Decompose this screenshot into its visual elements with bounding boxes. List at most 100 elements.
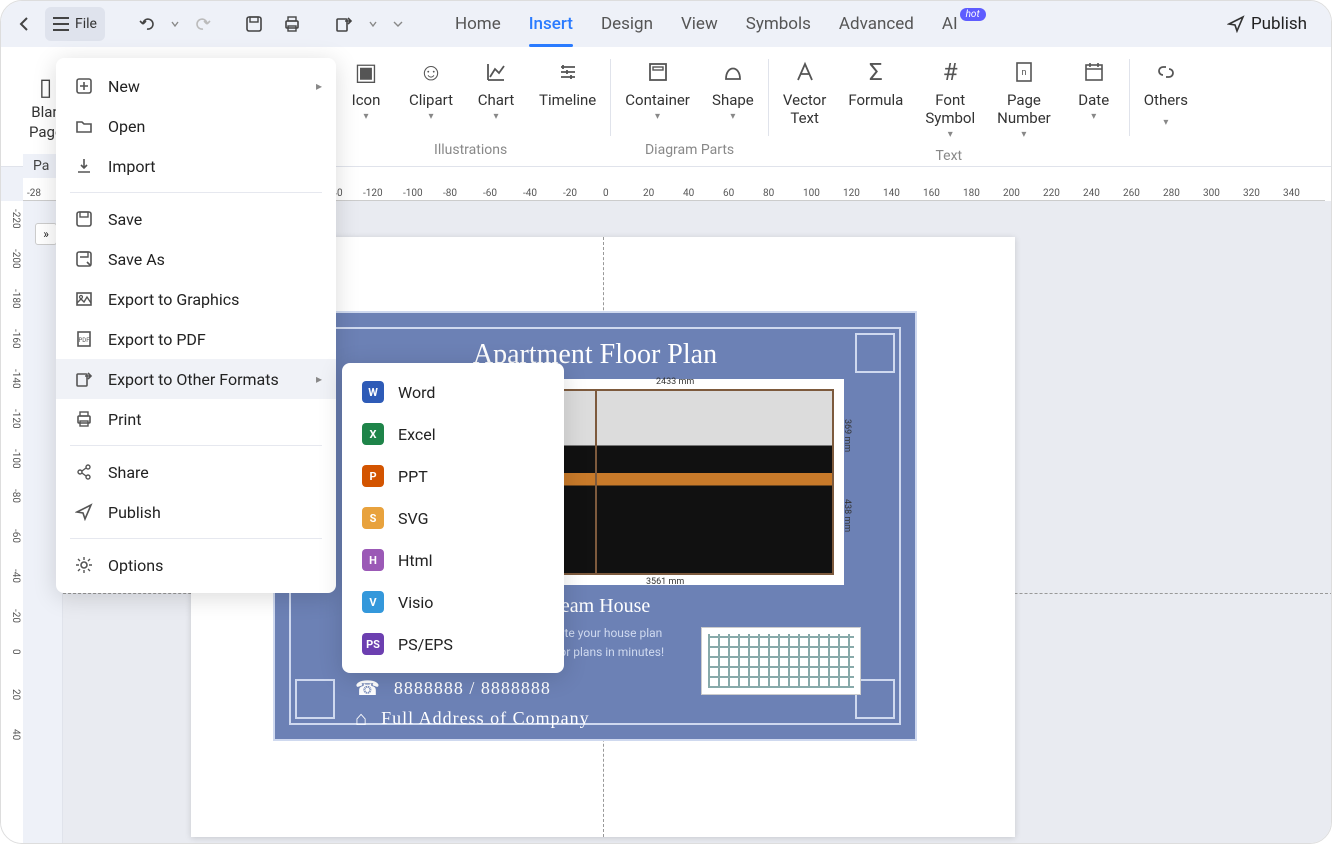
ribbon-font-symbol[interactable]: #Font Symbol▾: [923, 53, 977, 144]
export-quick-button[interactable]: [327, 7, 361, 41]
export-html[interactable]: HHtml: [342, 539, 564, 581]
file-menu-save[interactable]: Save: [56, 199, 336, 239]
ruler-tick: 180: [963, 188, 980, 199]
undo-dropdown[interactable]: [167, 7, 183, 41]
ribbon-icon[interactable]: ▣Icon▾: [343, 53, 389, 126]
picture-icon: [74, 289, 94, 309]
file-menu-new[interactable]: New▸: [56, 66, 336, 106]
file-menu: New▸Open Import Save Save AsExport to Graph…: [56, 58, 336, 593]
export-pseps[interactable]: PSPS/EPS: [342, 623, 564, 665]
vector-text-icon: [793, 57, 817, 87]
ribbon-group-others: Others▾: [1130, 53, 1202, 166]
ruler-tick: -80: [443, 188, 457, 199]
ruler-tick: 140: [883, 188, 900, 199]
topbar: File Home Insert Design View Symbols Adv…: [1, 1, 1331, 47]
export-quick-dropdown[interactable]: [365, 7, 381, 41]
publish-button[interactable]: Publish: [1211, 14, 1323, 34]
tab-ai[interactable]: AIhot: [942, 1, 986, 47]
redo-button[interactable]: [187, 7, 219, 41]
folder-icon: [74, 116, 94, 136]
tab-insert[interactable]: Insert: [529, 1, 573, 47]
file-menu-exportother[interactable]: Export to Other Formats▸: [56, 359, 336, 399]
menu-label: Save: [108, 210, 142, 229]
file-menu-saveas[interactable]: Save As: [56, 239, 336, 279]
file-menu-open[interactable]: Open: [56, 106, 336, 146]
sigma-icon: Σ: [869, 57, 883, 87]
ribbon-timeline[interactable]: Timeline: [537, 53, 598, 113]
html-icon: H: [362, 549, 384, 571]
import-icon: [74, 156, 94, 176]
ruler-tick: 200: [1003, 188, 1020, 199]
ribbon-clipart[interactable]: ☺Clipart▾: [407, 53, 455, 126]
ruler-tick: 340: [1283, 188, 1300, 199]
ruler-tick: -140: [10, 369, 21, 389]
ruler-tick: -60: [483, 188, 497, 199]
word-icon: W: [362, 381, 384, 403]
pdf-icon: PDF: [74, 329, 94, 349]
ruler-tick: -120: [10, 409, 21, 429]
star-icon: ▣: [355, 57, 378, 87]
menu-label: New: [108, 77, 140, 96]
menu-label: Export to Other Formats: [108, 370, 279, 389]
visio-icon: V: [362, 591, 384, 613]
export-excel[interactable]: XExcel: [342, 413, 564, 455]
ruler-tick: 80: [763, 188, 774, 199]
ruler-tick: -120: [363, 188, 383, 199]
expand-panel-button[interactable]: »: [35, 223, 57, 245]
export-visio[interactable]: VVisio: [342, 581, 564, 623]
ruler-tick: 220: [1043, 188, 1060, 199]
share-icon: [74, 462, 94, 482]
undo-button[interactable]: [131, 7, 163, 41]
ruler-tick: -40: [10, 569, 21, 583]
ribbon-page-number[interactable]: nPage Number▾: [995, 53, 1053, 144]
export-svg[interactable]: SSVG: [342, 497, 564, 539]
ribbon-others[interactable]: Others▾: [1142, 53, 1190, 132]
ribbon-shape[interactable]: Shape▾: [710, 53, 756, 126]
save-quick-button[interactable]: [237, 7, 271, 41]
ribbon-date[interactable]: Date▾: [1071, 53, 1117, 126]
export-ppt[interactable]: PPPT: [342, 455, 564, 497]
ribbon-vector-text[interactable]: Vector Text: [781, 53, 828, 131]
more-quick-button[interactable]: [385, 7, 411, 41]
back-button[interactable]: [9, 7, 41, 41]
ribbon-formula[interactable]: ΣFormula: [846, 53, 905, 113]
file-menu-share[interactable]: Share: [56, 452, 336, 492]
ruler-tick: -180: [10, 289, 21, 309]
ruler-tick: 320: [1243, 188, 1260, 199]
file-menu-publish[interactable]: Publish: [56, 492, 336, 532]
gear-icon: [74, 555, 94, 575]
file-menu-button[interactable]: File: [45, 7, 105, 41]
ruler-tick: -60: [10, 529, 21, 543]
ruler-tick: 40: [683, 188, 694, 199]
export-word[interactable]: WWord: [342, 371, 564, 413]
print-icon: [74, 409, 94, 429]
tab-advanced[interactable]: Advanced: [839, 1, 914, 47]
ribbon-container[interactable]: Container▾: [623, 53, 692, 126]
contact-address: ⌂ Full Address of Company: [297, 706, 893, 731]
tab-symbols[interactable]: Symbols: [746, 1, 811, 47]
timeline-icon: [557, 57, 579, 87]
menu-label: Print: [108, 410, 141, 429]
file-menu-print[interactable]: Print: [56, 399, 336, 439]
file-menu-exportpdf[interactable]: PDFExport to PDF: [56, 319, 336, 359]
saveas-icon: [74, 249, 94, 269]
tab-view[interactable]: View: [681, 1, 718, 47]
export-icon: [74, 369, 94, 389]
tab-home[interactable]: Home: [455, 1, 501, 47]
menu-label: Import: [108, 157, 156, 176]
phone-icon: ☎: [355, 676, 380, 700]
print-quick-button[interactable]: [275, 7, 309, 41]
ruler-tick: -100: [403, 188, 423, 199]
file-menu-options[interactable]: Options: [56, 545, 336, 585]
page-tab-label[interactable]: Pa: [23, 154, 59, 178]
file-menu-exportgraphics[interactable]: Export to Graphics: [56, 279, 336, 319]
link-icon: [1155, 57, 1177, 87]
ruler-tick: 300: [1203, 188, 1220, 199]
file-menu-import[interactable]: Import: [56, 146, 336, 186]
tab-design[interactable]: Design: [601, 1, 653, 47]
hash-icon: #: [943, 57, 958, 87]
ruler-tick: 60: [723, 188, 734, 199]
sitemap-preview: [701, 627, 861, 695]
shape-icon: [722, 57, 744, 87]
ribbon-chart[interactable]: Chart▾: [473, 53, 519, 126]
